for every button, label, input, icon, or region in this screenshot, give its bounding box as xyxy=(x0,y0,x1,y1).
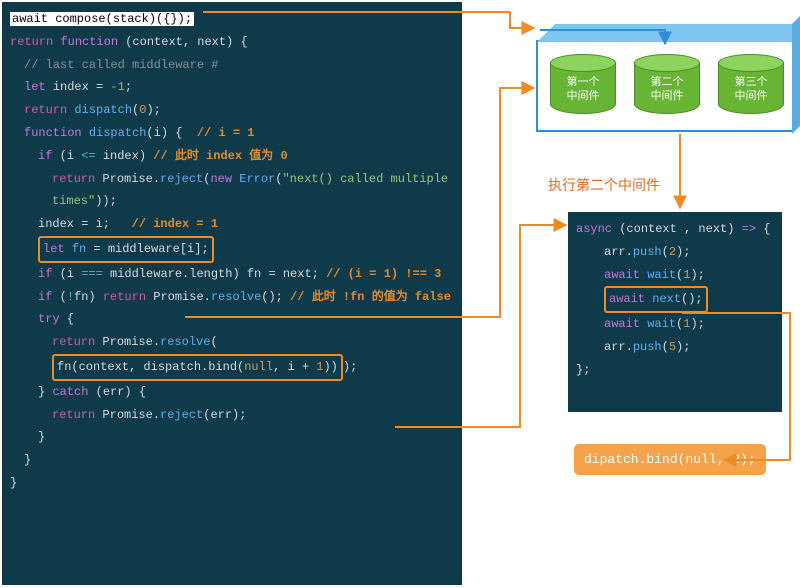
mw1-line2: 中间件 xyxy=(567,90,600,102)
code-line-5: return dispatch(0); xyxy=(10,99,454,122)
code-line-8: return Promise.reject(new Error("next() … xyxy=(10,168,454,214)
side-line-4: await next(); xyxy=(576,286,774,313)
middleware-cylinder-2: 第二个中间件 xyxy=(634,54,700,116)
box-3d-top xyxy=(537,24,800,42)
mw3-line2: 中间件 xyxy=(735,90,768,102)
middleware-cylinder-1: 第一个中间件 xyxy=(550,54,616,116)
dispatch-bind-callout: dipatch.bind(null, 2); xyxy=(574,444,766,475)
code-line-13: try { xyxy=(10,308,454,331)
side-line-6: arr.push(5); xyxy=(576,336,774,359)
code-line-16: return Promise.reject(err); xyxy=(10,404,454,427)
highlight-box-fn-call: fn(context, dispatch.bind(null, i + 1)) xyxy=(52,354,343,381)
exec-second-middleware-label: 执行第二个中间件 xyxy=(548,175,660,195)
code-line-9: index = i; // index = 1 xyxy=(10,213,454,236)
code-line-1: await compose(stack)({}); xyxy=(10,8,454,31)
side-line-1: async (context , next) => { xyxy=(576,218,774,241)
side-line-7: }; xyxy=(576,359,774,382)
code-line-14: return Promise.resolve(fn(context, dispa… xyxy=(10,331,454,381)
code-line-18: } xyxy=(10,449,454,472)
side-code-panel: async (context , next) => { arr.push(2);… xyxy=(568,212,782,412)
code-line-4: let index = -1; xyxy=(10,76,454,99)
mw3-line1: 第三个 xyxy=(735,76,768,88)
mw1-line1: 第一个 xyxy=(567,76,600,88)
mw2-line1: 第二个 xyxy=(651,76,684,88)
code-line-10: let fn = middleware[i]; xyxy=(10,236,454,263)
code-line-15: } catch (err) { xyxy=(10,381,454,404)
code-line-6: function dispatch(i) { // i = 1 xyxy=(10,122,454,145)
middleware-cylinder-3: 第三个中间件 xyxy=(718,54,784,116)
code-line-12: if (!fn) return Promise.resolve(); // 此时… xyxy=(10,286,454,309)
side-line-5: await wait(1); xyxy=(576,313,774,336)
code-line-17: } xyxy=(10,426,454,449)
code-line-7: if (i <= index) // 此时 index 值为 0 xyxy=(10,145,454,168)
highlight-box-fn-assign: let fn = middleware[i]; xyxy=(38,236,214,263)
side-line-3: await wait(1); xyxy=(576,264,774,287)
side-line-2: arr.push(2); xyxy=(576,241,774,264)
code-line-11: if (i === middleware.length) fn = next; … xyxy=(10,263,454,286)
main-code-panel: await compose(stack)({}); return functio… xyxy=(2,2,462,585)
highlight-box-await-next: await next(); xyxy=(604,286,708,313)
code-line-3: // last called middleware # xyxy=(10,54,454,77)
box-3d-side xyxy=(792,6,800,134)
mw2-line2: 中间件 xyxy=(651,90,684,102)
code-line-19: } xyxy=(10,472,454,495)
code-line-2: return function (context, next) { xyxy=(10,31,454,54)
middleware-stack-box: 第一个中间件 第二个中间件 第三个中间件 xyxy=(536,40,794,132)
